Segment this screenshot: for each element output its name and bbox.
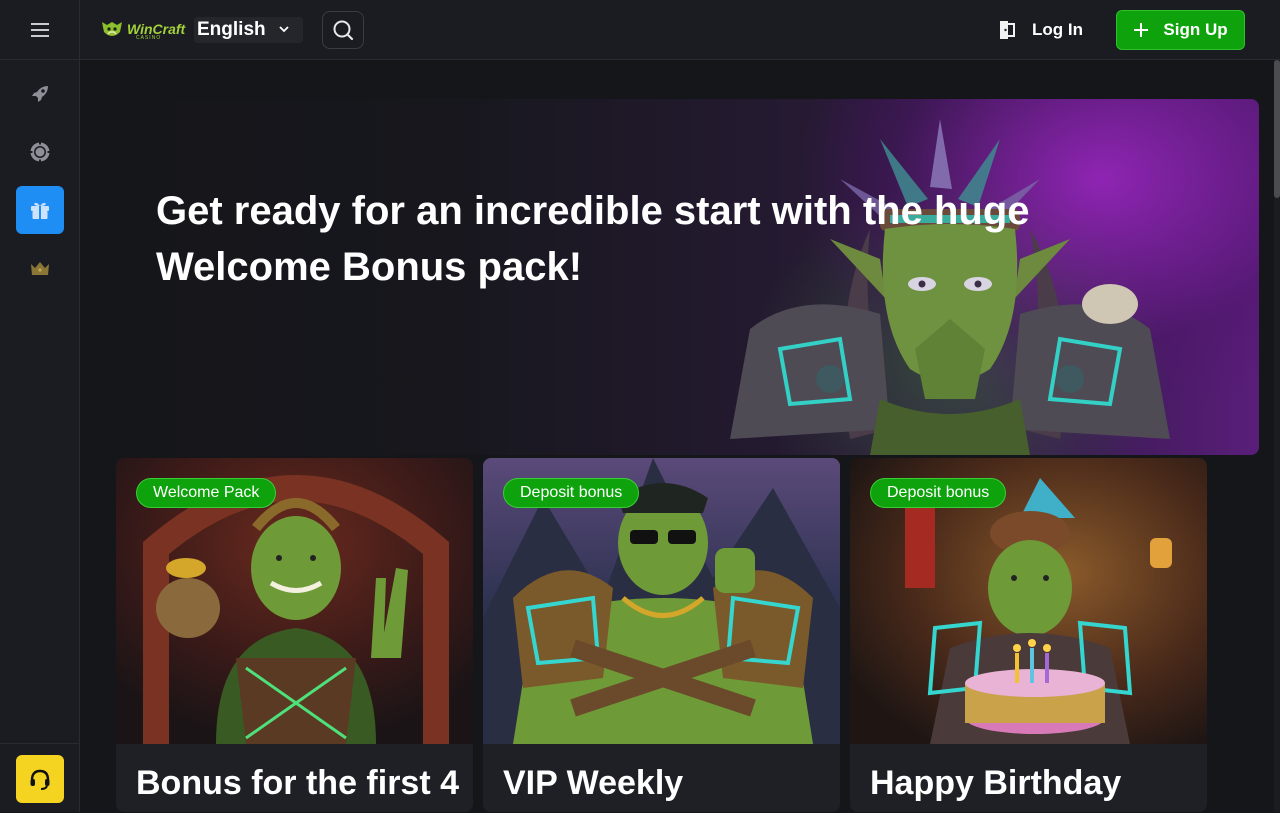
gift-icon xyxy=(31,202,49,219)
card-badge: Deposit bonus xyxy=(503,478,640,508)
sidebar-item-vip[interactable] xyxy=(16,244,64,292)
sidebar-item-casino[interactable] xyxy=(16,128,64,176)
sidebar-item-promotions[interactable] xyxy=(16,186,64,234)
casino-chip-icon xyxy=(29,141,51,163)
language-select[interactable]: English xyxy=(194,17,303,43)
promo-card-welcome[interactable]: Welcome Pack Bonus for the first 4 xyxy=(116,458,473,812)
login-icon xyxy=(1000,21,1015,39)
scrollbar[interactable] xyxy=(1274,60,1280,812)
sidebar-footer xyxy=(0,743,80,813)
signup-label: Sign Up xyxy=(1163,20,1228,39)
sidebar xyxy=(0,60,80,812)
plus-icon xyxy=(1134,23,1149,37)
headset-icon xyxy=(30,769,50,790)
hero-title: Get ready for an incredible start with t… xyxy=(156,183,1076,295)
card-title: Happy Birthday xyxy=(870,764,1122,802)
login-label: Log In xyxy=(1032,20,1083,39)
hero-title-line1: Get ready for an incredible start with t… xyxy=(156,189,1030,233)
sidebar-item-rocket[interactable] xyxy=(16,70,64,118)
search-icon xyxy=(333,20,354,41)
scrollbar-thumb[interactable] xyxy=(1274,60,1280,198)
language-label: English xyxy=(197,19,266,40)
promo-card-birthday[interactable]: Deposit bonus Happy Birthday xyxy=(850,458,1207,812)
support-button[interactable] xyxy=(16,755,64,803)
card-title: Bonus for the first 4 xyxy=(136,764,460,802)
search-button[interactable] xyxy=(322,11,364,49)
orc-logo-icon xyxy=(102,22,122,36)
chevron-down-icon xyxy=(279,26,289,33)
signup-button[interactable]: Sign Up xyxy=(1116,10,1245,50)
rocket-icon xyxy=(32,86,48,102)
logo-text: WinCraft xyxy=(127,21,186,37)
hero-title-line2: Welcome Bonus pack! xyxy=(156,245,583,289)
card-title: VIP Weekly xyxy=(503,764,684,802)
top-bar: WinCraft CASINO English Log In Sign Up xyxy=(0,0,1280,60)
crown-icon xyxy=(31,262,49,275)
promo-card-vip[interactable]: Deposit bonus VIP Weekly xyxy=(483,458,840,812)
card-badge: Welcome Pack xyxy=(136,478,277,508)
menu-button[interactable] xyxy=(0,0,80,60)
card-badge: Deposit bonus xyxy=(870,478,1007,508)
hero-banner: Get ready for an incredible start with t… xyxy=(100,99,1259,455)
login-button[interactable]: Log In xyxy=(996,16,1083,44)
logo[interactable]: WinCraft CASINO xyxy=(100,16,192,42)
logo-subtext: CASINO xyxy=(136,35,162,41)
hamburger-icon xyxy=(30,23,49,37)
